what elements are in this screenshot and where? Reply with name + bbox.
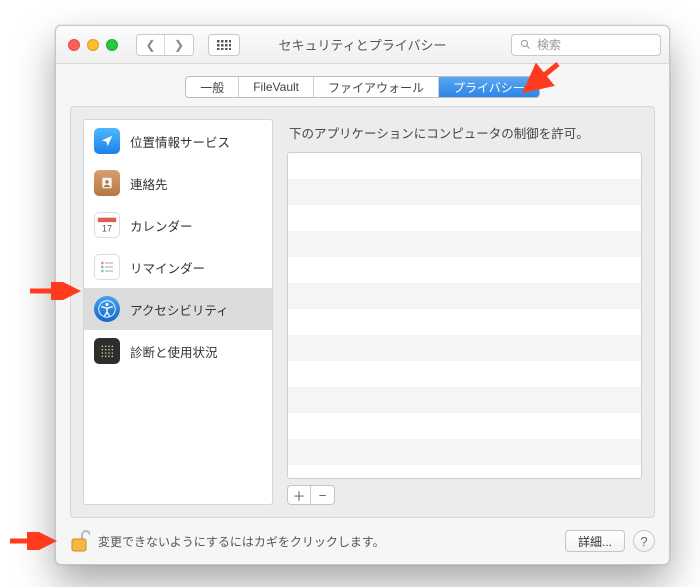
nav-back-forward: ❮ ❯	[136, 34, 194, 56]
lock-description: 変更できないようにするにはカギをクリックします。	[98, 533, 385, 550]
sidebar-item-contacts[interactable]: 連絡先	[84, 162, 272, 204]
sidebar-item-diagnostics[interactable]: 診断と使用状況	[84, 330, 272, 372]
unlock-icon	[70, 529, 90, 553]
sidebar-item-location[interactable]: 位置情報サービス	[84, 120, 272, 162]
show-all-button[interactable]	[208, 34, 240, 56]
privacy-category-list: 位置情報サービス 連絡先 17 カレンダー リマインダー	[83, 119, 273, 505]
details-button[interactable]: 詳細...	[565, 530, 625, 552]
allowed-apps-list[interactable]	[287, 152, 642, 479]
search-field[interactable]: 検索	[511, 34, 661, 56]
back-button[interactable]: ❮	[137, 35, 165, 55]
tab-segmented-control: 一般 FileVault ファイアウォール プライバシー	[185, 76, 540, 98]
sidebar-item-label: 連絡先	[130, 174, 168, 193]
accessibility-icon	[94, 296, 120, 322]
remove-button[interactable]: −	[311, 485, 335, 505]
location-icon	[94, 128, 120, 154]
tab-firewall[interactable]: ファイアウォール	[314, 77, 439, 97]
minimize-window-button[interactable]	[87, 39, 99, 51]
add-button[interactable]: ＋	[287, 485, 311, 505]
add-remove-control: ＋ −	[287, 485, 642, 505]
titlebar: ❮ ❯ セキュリティとプライバシー 検索	[56, 26, 669, 64]
prefs-window: ❮ ❯ セキュリティとプライバシー 検索 一般 FileVault ファイアウォ…	[55, 25, 670, 565]
sidebar-item-label: リマインダー	[130, 258, 205, 277]
sidebar-item-label: カレンダー	[130, 216, 193, 235]
reminders-icon	[94, 254, 120, 280]
sidebar-item-calendar[interactable]: 17 カレンダー	[84, 204, 272, 246]
right-pane: 下のアプリケーションにコンピュータの制御を許可。 ＋ −	[287, 119, 642, 505]
zoom-window-button[interactable]	[106, 39, 118, 51]
traffic-lights	[68, 39, 118, 51]
calendar-icon: 17	[94, 212, 120, 238]
annotation-arrow	[8, 532, 58, 550]
tab-general[interactable]: 一般	[186, 77, 239, 97]
tab-row: 一般 FileVault ファイアウォール プライバシー	[56, 64, 669, 106]
sidebar-item-reminders[interactable]: リマインダー	[84, 246, 272, 288]
close-window-button[interactable]	[68, 39, 80, 51]
search-placeholder: 検索	[537, 36, 561, 53]
sidebar-item-accessibility[interactable]: アクセシビリティ	[84, 288, 272, 330]
pane-description: 下のアプリケーションにコンピュータの制御を許可。	[289, 123, 640, 142]
sidebar-item-label: 診断と使用状況	[130, 342, 218, 361]
footer: 変更できないようにするにはカギをクリックします。 詳細... ?	[56, 518, 669, 564]
help-button[interactable]: ?	[633, 530, 655, 552]
content-panel: 位置情報サービス 連絡先 17 カレンダー リマインダー	[70, 106, 655, 518]
svg-text:17: 17	[102, 223, 112, 233]
grid-icon	[217, 40, 231, 50]
search-icon	[520, 39, 531, 50]
tab-filevault[interactable]: FileVault	[239, 77, 314, 97]
sidebar-item-label: 位置情報サービス	[130, 132, 230, 151]
tab-privacy[interactable]: プライバシー	[439, 77, 539, 97]
lock-button[interactable]	[70, 529, 90, 553]
diagnostics-icon	[94, 338, 120, 364]
contacts-icon	[94, 170, 120, 196]
forward-button[interactable]: ❯	[165, 35, 193, 55]
sidebar-item-label: アクセシビリティ	[130, 300, 229, 319]
